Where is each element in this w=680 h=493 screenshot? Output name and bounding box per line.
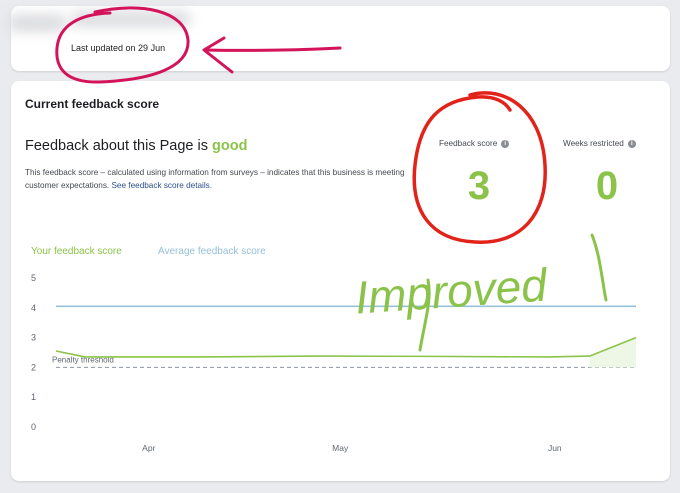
blurred-page-name-2	[71, 11, 191, 27]
x-tick-label: Apr	[142, 443, 155, 453]
header-card: Last updated on 29 Jun	[7, 6, 670, 71]
last-updated-text: Last updated on 29 Jun	[71, 43, 166, 53]
x-tick-label: May	[332, 443, 349, 453]
feedback-score-card: Current feedback score Feedback about th…	[11, 81, 670, 481]
y-tick-label: 4	[31, 303, 36, 313]
blurred-page-name	[7, 14, 67, 32]
feedback-score-chart: 543210Apr May JunPenalty threshold	[31, 273, 637, 453]
x-tick-label: Jun	[548, 443, 562, 453]
your-score-line	[55, 336, 637, 358]
y-tick-label: 5	[31, 273, 36, 283]
y-tick-label: 1	[31, 392, 36, 402]
y-tick-label: 3	[31, 333, 36, 343]
y-tick-label: 0	[31, 422, 36, 432]
y-tick-label: 2	[31, 362, 36, 372]
